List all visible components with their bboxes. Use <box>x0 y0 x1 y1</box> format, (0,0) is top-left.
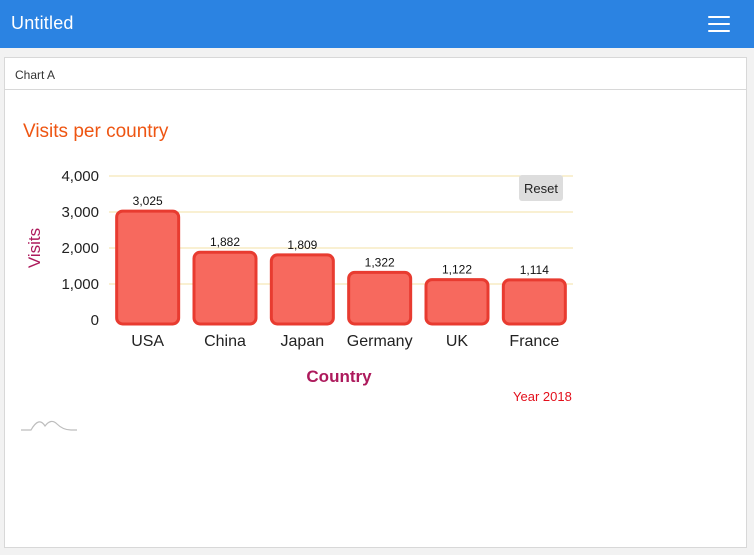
x-tick-label: China <box>204 333 246 350</box>
y-axis-title: Visits <box>25 228 44 268</box>
y-tick-label: 0 <box>91 312 99 329</box>
x-tick-label: UK <box>446 333 469 350</box>
waveform-icon <box>21 420 77 431</box>
year-note: Year 2018 <box>513 389 572 404</box>
data-label: 1,809 <box>287 238 317 252</box>
app-header: Untitled <box>0 0 754 48</box>
bar-chart: 0 1,000 2,000 3,000 4,000 3,025 USA 1,882 China 1… <box>25 168 573 386</box>
hamburger-menu-icon[interactable] <box>702 13 736 35</box>
reset-button[interactable]: Reset <box>519 175 563 201</box>
app-title: Untitled <box>11 13 74 33</box>
x-tick-label: Japan <box>281 333 325 350</box>
x-tick-label: France <box>509 333 559 350</box>
data-label: 1,322 <box>365 255 395 269</box>
chart-panel: Chart A Visits per country 0 1,000 2,000 3,… <box>4 57 747 548</box>
bar <box>115 209 181 326</box>
bar <box>501 278 567 326</box>
data-label: 3,025 <box>133 194 163 208</box>
data-label: 1,882 <box>210 235 240 249</box>
bar <box>424 278 490 326</box>
y-tick-label: 1,000 <box>61 276 99 293</box>
x-tick-label: USA <box>131 333 164 350</box>
bar <box>192 250 258 326</box>
y-tick-label: 4,000 <box>61 168 99 185</box>
x-axis-title: Country <box>306 367 372 386</box>
data-label: 1,122 <box>442 263 472 277</box>
y-tick-label: 2,000 <box>61 240 99 257</box>
x-tick-label: Germany <box>347 333 413 350</box>
y-tick-label: 3,000 <box>61 204 99 221</box>
bar <box>269 253 335 326</box>
bar <box>347 270 413 326</box>
data-label: 1,114 <box>520 263 549 277</box>
